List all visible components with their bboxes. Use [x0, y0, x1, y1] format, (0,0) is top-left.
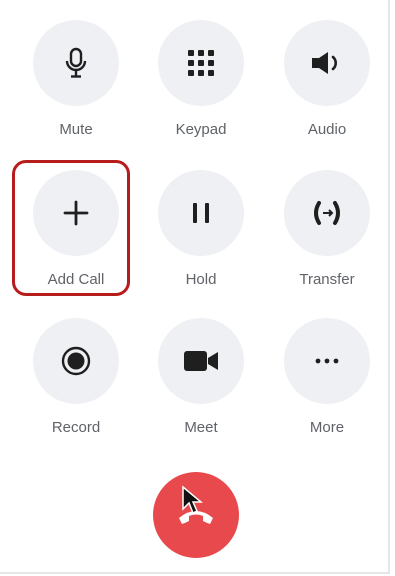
mute-label: Mute	[59, 121, 93, 138]
add-call-button[interactable]: Add Call	[25, 170, 129, 290]
meet-button-circle[interactable]	[158, 318, 244, 404]
transfer-label: Transfer	[299, 271, 355, 288]
microphone-icon	[65, 47, 87, 78]
add-call-label: Add Call	[47, 271, 105, 288]
audio-button[interactable]: Audio	[276, 20, 380, 140]
hold-button-circle[interactable]	[158, 170, 244, 256]
audio-label: Audio	[307, 121, 347, 138]
meet-label: Meet	[184, 419, 218, 436]
ellipsis-icon	[315, 358, 339, 364]
transfer-button-circle[interactable]	[284, 170, 370, 256]
record-label: Record	[51, 419, 101, 436]
keypad-icon	[188, 50, 214, 76]
more-button[interactable]: More	[276, 318, 380, 438]
pause-icon	[193, 203, 209, 223]
hold-button[interactable]: Hold	[150, 170, 254, 290]
record-button-circle[interactable]	[33, 318, 119, 404]
keypad-label: Keypad	[175, 121, 227, 138]
transfer-button[interactable]: Transfer	[276, 170, 380, 290]
call-controls-panel: Mute Keypad Audio Add Call Hold Transfer…	[0, 0, 390, 574]
more-label: More	[309, 419, 345, 436]
audio-button-circle[interactable]	[284, 20, 370, 106]
transfer-icon	[314, 201, 340, 225]
mute-button[interactable]: Mute	[25, 20, 129, 140]
keypad-button[interactable]: Keypad	[150, 20, 254, 140]
record-button[interactable]: Record	[25, 318, 129, 438]
meet-button[interactable]: Meet	[150, 318, 254, 438]
plus-icon	[63, 200, 89, 226]
add-call-button-circle[interactable]	[33, 170, 119, 256]
keypad-button-circle[interactable]	[158, 20, 244, 106]
hold-label: Hold	[185, 271, 217, 288]
video-camera-icon	[184, 351, 218, 371]
speaker-icon	[312, 52, 337, 74]
more-button-circle[interactable]	[284, 318, 370, 404]
record-icon	[61, 346, 91, 376]
mouse-cursor-icon	[182, 485, 203, 515]
mute-button-circle[interactable]	[33, 20, 119, 106]
